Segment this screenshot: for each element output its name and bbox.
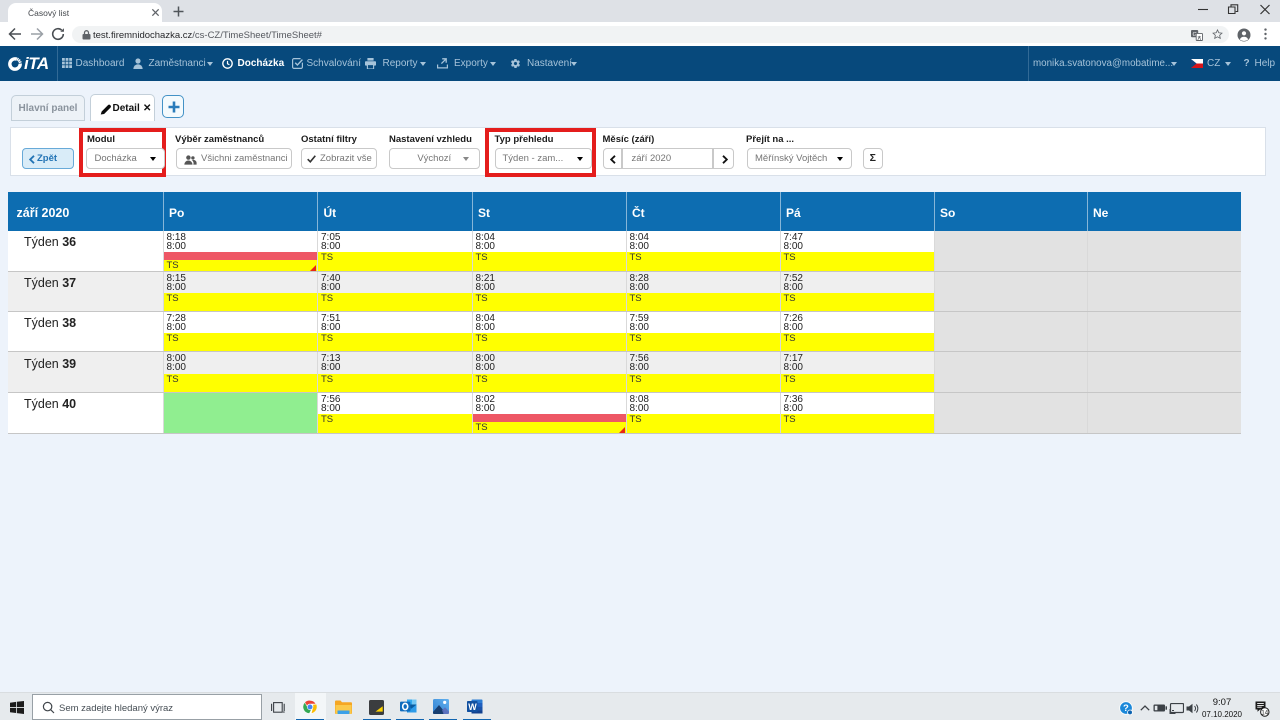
svg-text:14: 14 <box>1261 710 1268 716</box>
svg-text:W: W <box>468 702 477 712</box>
